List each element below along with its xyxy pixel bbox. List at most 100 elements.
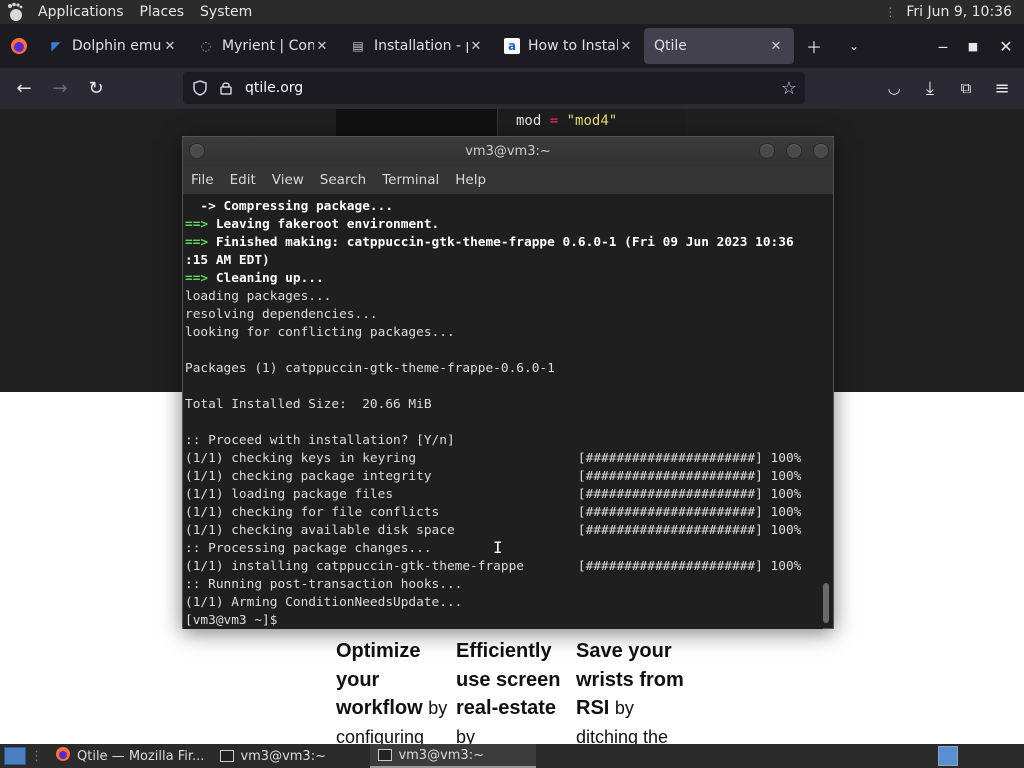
- forward-icon[interactable]: →: [42, 73, 78, 105]
- close-window-icon[interactable]: ✕: [988, 28, 1024, 64]
- tab-how-to-install[interactable]: a How to Install a ✕: [494, 28, 644, 64]
- tab-myrient[interactable]: ◌ Myrient | Conte ✕: [188, 28, 340, 64]
- close-icon[interactable]: ✕: [314, 39, 330, 54]
- maximize-icon[interactable]: [786, 143, 802, 159]
- terminal-output[interactable]: -> Compressing package... ==> Leaving fak…: [183, 195, 823, 629]
- terminal-line: [vm3@vm3 ~]$: [185, 612, 823, 629]
- task-label: vm3@vm3:~: [398, 747, 484, 763]
- terminal-window[interactable]: vm3@vm3:~ File Edit View Search Terminal…: [182, 136, 834, 629]
- terminal-line: (1/1) Arming ConditionNeedsUpdate...: [185, 594, 823, 612]
- terminal-line: (1/1) checking available disk space [###…: [185, 522, 823, 540]
- feature-title-line: workflow: [336, 697, 423, 719]
- menu-view[interactable]: View: [264, 172, 312, 188]
- menu-terminal[interactable]: Terminal: [374, 172, 447, 188]
- feature-text: by: [428, 698, 448, 718]
- close-icon[interactable]: ✕: [468, 39, 484, 54]
- code-snippet: mod = "mod4": [336, 109, 686, 137]
- feature-title-line: use screen: [456, 668, 561, 691]
- close-icon[interactable]: ✕: [162, 39, 178, 54]
- terminal-line: Total Installed Size: 20.66 MiB: [185, 396, 823, 414]
- list-tabs-icon[interactable]: ⌄: [834, 28, 874, 64]
- line-text: Packages (1) catppuccin-gtk-theme-frappe…: [185, 361, 555, 376]
- tab-qtile[interactable]: Qtile ✕: [644, 28, 794, 64]
- minimize-icon[interactable]: ‒: [928, 28, 958, 64]
- close-icon[interactable]: ✕: [768, 39, 784, 54]
- show-desktop-icon[interactable]: [4, 747, 26, 765]
- maximize-icon[interactable]: ■: [958, 28, 988, 64]
- workspace-switcher[interactable]: [938, 746, 958, 766]
- tab-dolphin[interactable]: ◤ Dolphin emulat ✕: [38, 28, 188, 64]
- line-text: Leaving fakeroot environment.: [208, 217, 440, 232]
- code-line: mod = "mod4": [516, 113, 617, 129]
- terminal-line: ==> Leaving fakeroot environment.: [185, 216, 823, 234]
- firefox-view-icon[interactable]: [0, 28, 38, 64]
- line-text: :: Processing package changes...: [185, 541, 432, 556]
- line-text: -> Compressing package...: [185, 199, 394, 214]
- minimize-icon[interactable]: [759, 143, 775, 159]
- tab-bar: ◤ Dolphin emulat ✕ ◌ Myrient | Conte ✕ ▤…: [0, 24, 1024, 68]
- feature-text: configuring: [336, 726, 425, 745]
- taskbar: ⋮ Qtile — Mozilla Fir... vm3@vm3:~ vm3@v…: [0, 744, 1024, 768]
- bookmark-star-icon[interactable]: ☆: [781, 78, 797, 99]
- close-icon[interactable]: [813, 143, 829, 159]
- nav-bar: ← → ↻ qtile.org ☆ ◡ ⤓ ⧉ ≡: [0, 68, 1024, 109]
- hamburger-menu-icon[interactable]: ≡: [984, 72, 1020, 104]
- menu-system[interactable]: System: [192, 0, 260, 24]
- gnome-foot-icon[interactable]: [0, 0, 30, 24]
- docs-icon: ▤: [352, 39, 364, 53]
- task-terminal-1[interactable]: vm3@vm3:~: [212, 744, 370, 768]
- line-text: (1/1) Arming ConditionNeedsUpdate...: [185, 595, 463, 610]
- menu-search[interactable]: Search: [312, 172, 374, 188]
- menu-places[interactable]: Places: [132, 0, 193, 24]
- terminal-line: loading packages...: [185, 288, 823, 306]
- line-text: (1/1) loading package files [###########…: [185, 487, 802, 502]
- feature-title-line: wrists from: [576, 668, 684, 691]
- terminal-line: (1/1) checking for file conflicts [#####…: [185, 504, 823, 522]
- terminal-line: resolving dependencies...: [185, 306, 823, 324]
- url-text[interactable]: qtile.org: [245, 80, 303, 96]
- terminal-line: (1/1) installing catppuccin-gtk-theme-fr…: [185, 558, 823, 576]
- tab-label: Installation - pip: [374, 38, 468, 54]
- tab-label: How to Install a: [528, 38, 618, 54]
- terminal-titlebar[interactable]: vm3@vm3:~: [183, 137, 833, 166]
- line-text: (1/1) installing catppuccin-gtk-theme-fr…: [185, 559, 802, 574]
- menu-edit[interactable]: Edit: [222, 172, 264, 188]
- scrollbar-thumb[interactable]: [823, 583, 829, 623]
- terminal-line: (1/1) loading package files [###########…: [185, 486, 823, 504]
- shield-icon[interactable]: [187, 80, 213, 96]
- menu-file[interactable]: File: [183, 172, 222, 188]
- extensions-icon[interactable]: ⧉: [948, 72, 984, 104]
- terminal-line: (1/1) checking package integrity [######…: [185, 468, 823, 486]
- task-firefox[interactable]: Qtile — Mozilla Fir...: [47, 744, 212, 768]
- feature-title-line: your: [336, 668, 380, 691]
- feature-screen: Efficiently use screen real-estate by: [456, 637, 576, 744]
- task-terminal-2[interactable]: vm3@vm3:~: [370, 744, 537, 768]
- back-icon[interactable]: ←: [6, 73, 42, 105]
- menu-applications[interactable]: Applications: [30, 0, 132, 24]
- clock[interactable]: Fri Jun 9, 10:36: [906, 4, 1012, 20]
- line-text: :: Running post-transaction hooks...: [185, 577, 463, 592]
- feature-title-line: RSI: [576, 697, 610, 719]
- feature-title-line: Efficiently: [456, 640, 552, 662]
- feature-text: by: [456, 726, 476, 745]
- line-text: :15 AM EDT): [185, 253, 270, 268]
- close-icon[interactable]: ✕: [618, 39, 634, 54]
- line-text: (1/1) checking available disk space [###…: [185, 523, 802, 538]
- downloads-icon[interactable]: ⤓: [912, 72, 948, 104]
- code-string: "mod4": [566, 113, 618, 129]
- url-bar[interactable]: qtile.org ☆: [183, 72, 805, 104]
- terminal-line: :: Processing package changes...: [185, 540, 823, 558]
- firefox-icon: [55, 746, 71, 766]
- tab-installation[interactable]: ▤ Installation - pip ✕: [340, 28, 494, 64]
- feature-wrists: Save your wrists from RSI by ditching th…: [576, 637, 696, 744]
- menu-help[interactable]: Help: [447, 172, 494, 188]
- pocket-icon[interactable]: ◡: [876, 72, 912, 104]
- lock-icon[interactable]: [213, 81, 239, 95]
- ibeam-cursor-icon: I: [493, 538, 503, 557]
- line-text: Total Installed Size: 20.66 MiB: [185, 397, 432, 412]
- line-text: Cleaning up...: [208, 271, 324, 286]
- reload-icon[interactable]: ↻: [78, 73, 114, 105]
- new-tab-icon[interactable]: ＋: [794, 28, 834, 64]
- window-menu-icon[interactable]: [189, 143, 205, 159]
